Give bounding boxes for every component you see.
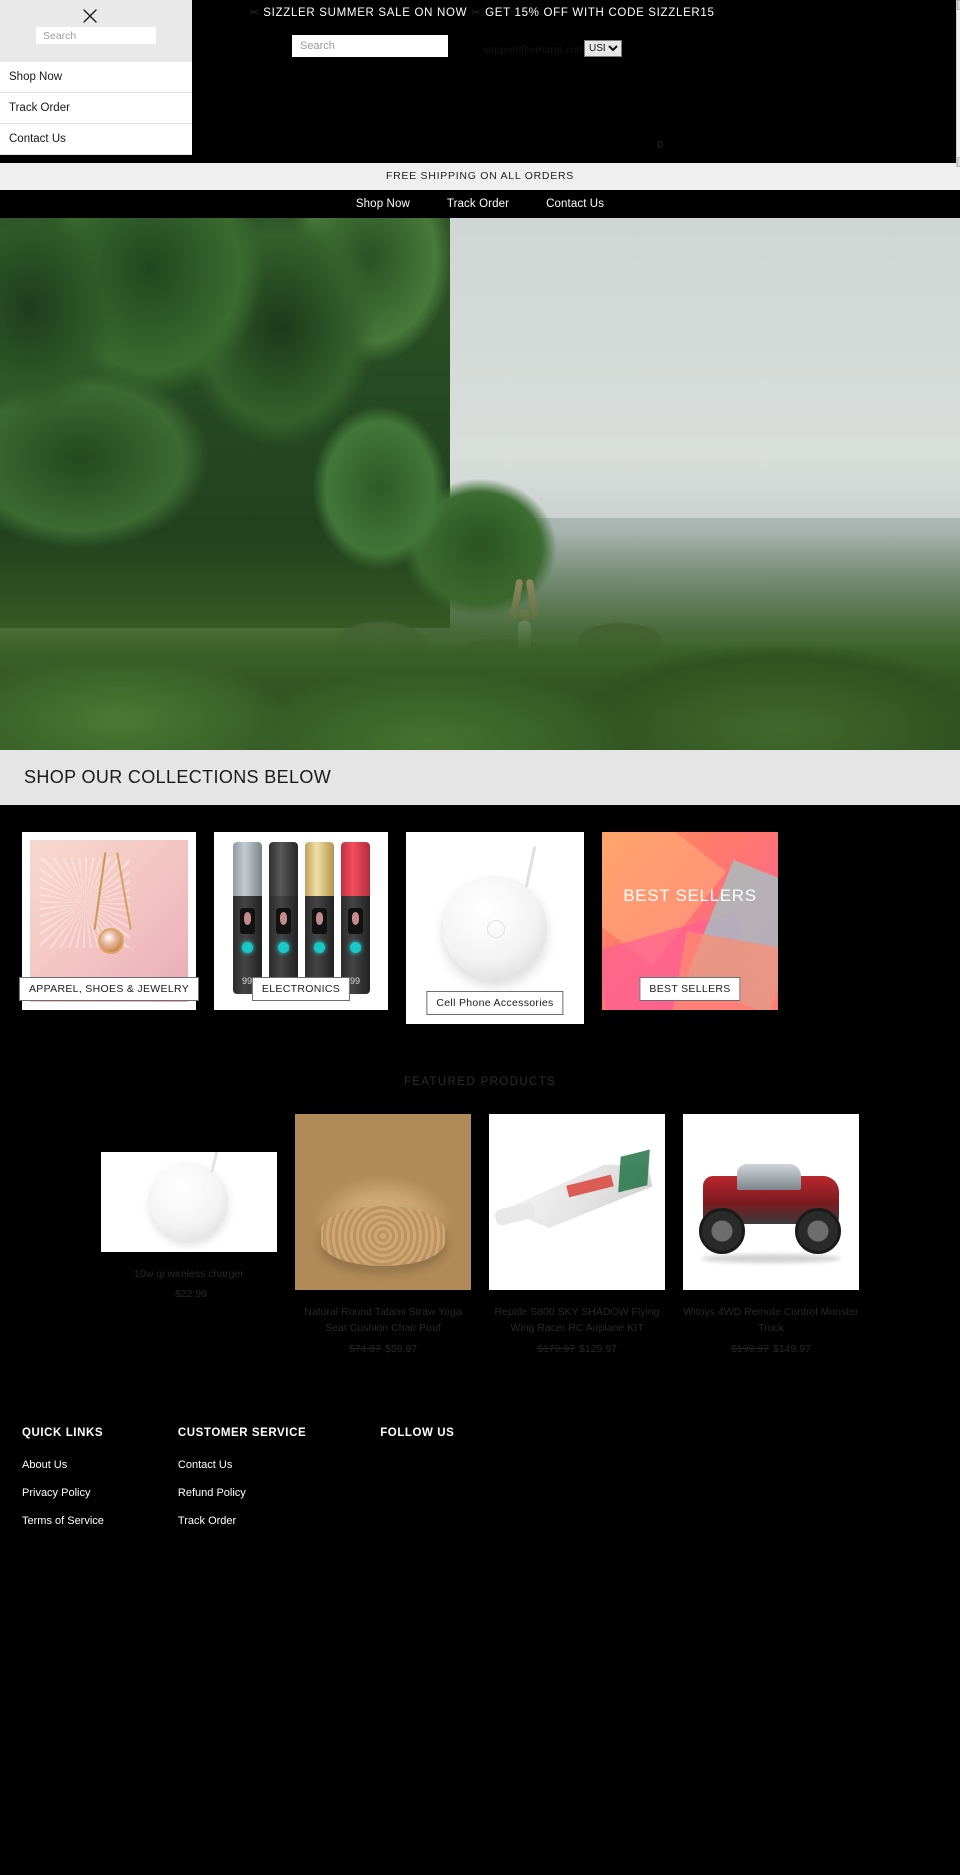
page-root: ✂ SIZZLER SUMMER SALE ON NOW ✂ GET 15% OFF … xyxy=(0,0,960,1573)
featured-products-heading: FEATURED PRODUCTS xyxy=(403,1076,557,1088)
currency-selector[interactable]: USD xyxy=(584,40,622,57)
collection-label-best-sellers[interactable]: BEST SELLERS xyxy=(639,977,741,1001)
product-price: $22.99 xyxy=(101,1288,277,1300)
collection-tile-apparel[interactable]: APPAREL, SHOES & JEWELRY xyxy=(18,832,200,1010)
footer-column-customer-service: CUSTOMER SERVICE Contact Us Refund Polic… xyxy=(178,1427,306,1543)
nav-item-track-order[interactable]: Track Order xyxy=(447,198,509,210)
earbud-pod-red: 99 xyxy=(340,842,370,994)
drawer-header xyxy=(0,0,192,62)
product-price: $199.97 $149.97 xyxy=(683,1343,859,1355)
product-image-truck xyxy=(683,1114,859,1290)
product-card[interactable]: Witoys 4WD Remote Control Monster Truck … xyxy=(683,1114,859,1355)
close-icon[interactable] xyxy=(80,6,100,26)
product-price: $74.97 $59.97 xyxy=(295,1343,471,1355)
featured-products-section: FEATURED PRODUCTS 10w qi wireless charge… xyxy=(0,1064,960,1389)
footer-link-refund-policy[interactable]: Refund Policy xyxy=(178,1487,306,1499)
search-input[interactable] xyxy=(292,35,448,57)
mobile-menu-drawer: Shop Now Track Order Contact Us xyxy=(0,0,192,155)
scissors-icon-right: ✂ xyxy=(471,7,482,19)
hero-banner: SIZZLER SUMMER SALE ON NOW Use code SIZZ… xyxy=(0,218,960,750)
collections-grid: APPAREL, SHOES & JEWELRY 99 99 99 xyxy=(0,805,960,1064)
support-email[interactable]: support@emargi.com xyxy=(483,44,585,56)
collections-heading-bar: SHOP OUR COLLECTIONS BELOW xyxy=(0,750,960,805)
footer-link-privacy-policy[interactable]: Privacy Policy xyxy=(22,1487,104,1499)
footer-heading-customer-service: CUSTOMER SERVICE xyxy=(177,1426,307,1439)
product-current-price: $129.97 xyxy=(579,1342,617,1355)
wireless-charger-thumbnail xyxy=(443,846,547,980)
earbud-pod-gold: 99 xyxy=(304,842,334,994)
hero-background-image xyxy=(0,218,960,750)
main-nav: Shop Now Track Order Contact Us xyxy=(0,190,960,218)
collection-tile-cell-phone-accessories[interactable]: Cell Phone Accessories xyxy=(406,832,584,1024)
hero-grass xyxy=(0,530,960,750)
drawer-item-shop-now[interactable]: Shop Now xyxy=(0,62,192,93)
footer-heading-follow-us: FOLLOW US xyxy=(380,1426,455,1439)
product-old-price: $199.97 xyxy=(731,1342,769,1355)
collections-heading: SHOP OUR COLLECTIONS BELOW xyxy=(24,767,332,787)
footer-column-quick-links: QUICK LINKS About Us Privacy Policy Term… xyxy=(22,1427,104,1543)
footer-link-contact-us[interactable]: Contact Us xyxy=(178,1459,306,1471)
announcement-text-1: SIZZLER SUMMER SALE ON NOW xyxy=(263,7,468,19)
product-current-price: $149.97 xyxy=(773,1342,811,1355)
collection-label-electronics[interactable]: ELECTRONICS xyxy=(251,977,351,1001)
announcement-text-2: GET 15% OFF WITH CODE SIZZLER15 xyxy=(485,7,715,19)
product-current-price: $22.99 xyxy=(174,1288,208,1301)
header-search-wrap xyxy=(292,35,448,57)
product-price: $179.97 $129.97 xyxy=(489,1343,665,1355)
footer-column-follow-us: FOLLOW US xyxy=(380,1427,454,1543)
product-old-price: $179.97 xyxy=(537,1342,575,1355)
nav-item-contact-us[interactable]: Contact Us xyxy=(546,198,604,210)
product-image-airplane xyxy=(489,1114,665,1290)
footer: QUICK LINKS About Us Privacy Policy Term… xyxy=(0,1388,960,1573)
product-current-price: $59.97 xyxy=(385,1342,418,1355)
drawer-scrollbar[interactable]: ▲ ▼ xyxy=(956,0,960,167)
drawer-item-track-order[interactable]: Track Order xyxy=(0,93,192,124)
drawer-item-contact-us[interactable]: Contact Us xyxy=(0,124,192,155)
nav-item-shop-now[interactable]: Shop Now xyxy=(356,198,410,210)
earbud-pods: 99 99 99 99 xyxy=(222,842,380,994)
product-name[interactable]: Natural Round Tatami Straw Yoga Seat Cus… xyxy=(295,1304,471,1337)
product-old-price: $74.97 xyxy=(348,1342,381,1355)
earbud-pod-black: 99 xyxy=(268,842,298,994)
product-card[interactable]: Natural Round Tatami Straw Yoga Seat Cus… xyxy=(295,1114,471,1355)
free-shipping-bar: FREE SHIPPING ON ALL ORDERS xyxy=(0,163,960,190)
collection-label-apparel[interactable]: APPAREL, SHOES & JEWELRY xyxy=(18,977,200,1001)
product-card[interactable]: Reptile S800 SKY SHADOW Flying Wing Race… xyxy=(489,1114,665,1355)
product-name[interactable]: Reptile S800 SKY SHADOW Flying Wing Race… xyxy=(489,1304,665,1337)
product-card[interactable]: 10w qi wireless charger $22.99 xyxy=(101,1114,277,1300)
collection-label-cell-phone[interactable]: Cell Phone Accessories xyxy=(426,991,564,1015)
product-name[interactable]: Witoys 4WD Remote Control Monster Truck xyxy=(683,1304,859,1337)
footer-link-about-us[interactable]: About Us xyxy=(22,1459,104,1471)
collection-tile-best-sellers[interactable]: BEST SELLERS BEST SELLERS xyxy=(602,832,778,1010)
footer-link-track-order[interactable]: Track Order xyxy=(178,1515,306,1527)
drawer-search-input[interactable] xyxy=(36,27,156,44)
product-image-charger xyxy=(101,1152,277,1252)
scissors-icon-left: ✂ xyxy=(249,7,260,19)
earbud-pod-silver: 99 xyxy=(232,842,262,994)
product-grid: 10w qi wireless charger $22.99 Natural R… xyxy=(0,1114,960,1355)
footer-heading-quick-links: QUICK LINKS xyxy=(22,1426,104,1439)
product-image-pouf xyxy=(295,1114,471,1290)
cart-count[interactable]: 0 xyxy=(657,140,663,151)
collection-tile-electronics[interactable]: 99 99 99 99 ELECTRONICS xyxy=(214,832,388,1010)
product-name[interactable]: 10w qi wireless charger xyxy=(101,1266,277,1282)
best-sellers-overlay-text: BEST SELLERS xyxy=(623,886,757,905)
footer-link-terms-of-service[interactable]: Terms of Service xyxy=(22,1515,104,1527)
